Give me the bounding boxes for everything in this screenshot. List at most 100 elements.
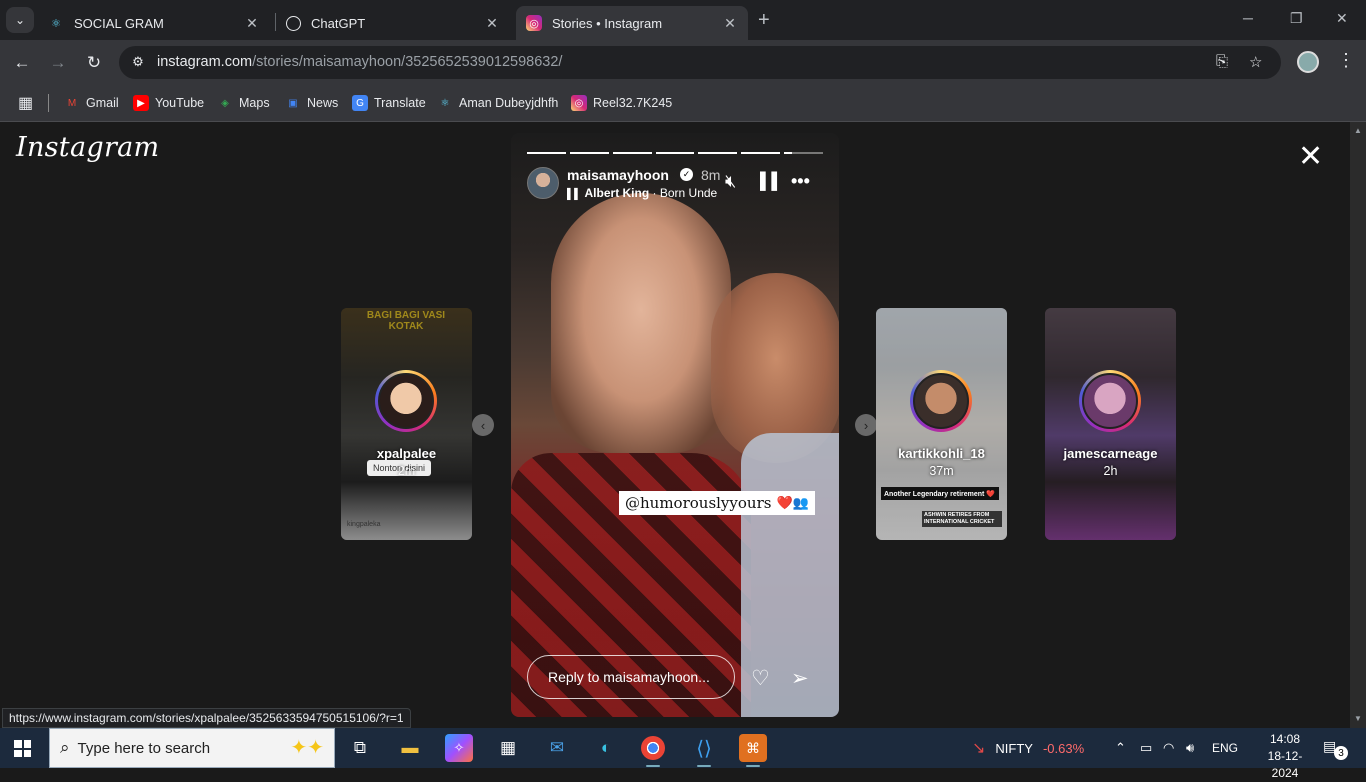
story-avatar-ring [910,370,972,432]
tab-search-button[interactable]: ⌄ [6,7,34,33]
tab-social-gram[interactable]: ⚛ SOCIAL GRAM ✕ [38,6,270,40]
battery-icon[interactable]: ▭ [1140,728,1152,768]
clock-time: 14:08 [1269,732,1301,746]
story-overlay-text: Another Legendary retirement ❤️ [881,487,999,500]
page-scrollbar[interactable]: ▲ ▼ [1350,122,1366,728]
reload-button[interactable]: ↻ [82,51,106,75]
tab-chatgpt[interactable]: ChatGPT ✕ [276,6,510,40]
pause-button[interactable]: ▌▌ [760,173,783,191]
notification-center-icon[interactable]: ▤ 3 [1323,738,1348,760]
bookmark-translate[interactable]: G Translate [352,92,426,114]
chrome-icon[interactable] [641,736,665,760]
more-options-button[interactable]: ••• [791,171,810,192]
side-story-xpalpalee[interactable]: BAGI BAGI VASI KOTAK xpalpalee Nonton di… [341,308,472,540]
bookmark-star-icon[interactable]: ☆ [1249,53,1262,71]
bookmark-youtube[interactable]: ▶ YouTube [133,92,204,114]
scroll-up-icon[interactable]: ▲ [1354,126,1362,135]
story-time: 2h [1103,464,1118,478]
youtube-icon: ▶ [133,95,149,111]
avatar [378,373,434,429]
vscode-icon[interactable]: ⟨⟩ [690,734,718,762]
instagram-logo[interactable]: Instagram [16,132,159,163]
install-app-icon[interactable]: ⎘ [1216,53,1228,70]
translate-icon: G [352,95,368,111]
tab-label: SOCIAL GRAM [74,15,164,31]
tab-instagram-stories[interactable]: ◎ Stories • Instagram ✕ [516,6,748,40]
mention-text: @humorouslyyours [625,494,772,512]
mail-icon[interactable]: ✉ [543,734,571,762]
taskbar-search[interactable]: ⌕ Type here to search ✦✦ [49,728,335,768]
close-icon[interactable]: ✕ [722,15,738,32]
like-heart-icon[interactable]: ♡ [751,666,770,691]
avatar [1082,373,1138,429]
apps-grid-icon[interactable]: ▦ [18,92,33,114]
window-close-button[interactable]: ✕ [1336,10,1348,27]
browser-tab-bar: ⌄ ⚛ SOCIAL GRAM ✕ ChatGPT ✕ ◎ Stories • … [0,0,1366,40]
bookmark-aman[interactable]: ⚛ Aman Dubeyjdhfh [437,92,559,114]
bookmark-label: Reel32.7K245 [593,96,673,110]
forward-button[interactable]: → [46,51,70,75]
music-artist: Albert King [584,186,650,200]
bookmark-reel[interactable]: ◎ Reel32.7K245 [571,92,672,114]
address-bar[interactable]: ⚙ instagram.com/stories/maisamayhoon/352… [119,46,1281,79]
news-icon: ▣ [288,97,298,109]
search-icon: ⌕ [60,738,70,757]
previous-story-button[interactable]: ‹ [472,414,494,436]
side-story-kartikkohli[interactable]: kartikkohli_18 37m Another Legendary ret… [876,308,1007,540]
current-story[interactable]: maisamayhoon ✓ 8m ▌▌ Albert King · Born … [511,133,839,717]
pause-icon: ▌▌ [760,173,783,190]
file-explorer-icon[interactable]: ▬ [396,734,424,762]
story-progress-segment [527,152,566,154]
story-footer-text: ASHWIN RETIRES FROM INTERNATIONAL CRICKE… [922,511,1002,527]
bookmark-news[interactable]: ▣ News [285,92,338,114]
bookmark-maps[interactable]: ◈ Maps [217,92,269,114]
close-icon[interactable]: ✕ [484,15,500,32]
copilot-icon[interactable]: ✧ [445,734,473,762]
close-story-button[interactable]: ✕ [1298,142,1323,172]
story-username[interactable]: maisamayhoon [567,167,669,183]
mute-button[interactable]: 🔇︎ [725,171,736,192]
edge-browser-icon[interactable]: ◐ [592,734,620,762]
send-icon[interactable]: ➢ [791,666,809,691]
sparkle-icon: ✦✦ [290,737,324,759]
restore-button[interactable]: ❐ [1290,10,1303,27]
story-username: xpalpalee [376,446,437,461]
browser-menu-icon[interactable]: ⋮ [1337,50,1355,71]
wifi-icon[interactable]: ◠ [1163,728,1174,768]
stock-widget[interactable]: ↘ NIFTY -0.63% [972,728,1084,768]
story-progress-segment [655,152,695,154]
bookmark-gmail[interactable]: M Gmail [64,92,119,114]
url-path: /stories/maisamayhoon/352565253901259863… [252,54,563,70]
xampp-icon[interactable]: ⌘ [739,734,767,762]
task-view-icon[interactable]: ⧉ [346,734,374,762]
avatar[interactable] [527,167,559,199]
profile-avatar[interactable] [1297,51,1319,73]
side-story-jamescarneage[interactable]: jamescarneage 2h [1045,308,1176,540]
language-indicator[interactable]: ENG [1212,728,1238,768]
url-text[interactable]: instagram.com/stories/maisamayhoon/35256… [157,54,562,70]
scroll-down-icon[interactable]: ▼ [1354,714,1362,723]
minimize-button[interactable]: ─ [1243,10,1253,26]
gmail-icon: M [67,97,77,109]
tab-label: Stories • Instagram [552,15,663,31]
system-clock[interactable]: 14:08 18-12-2024 [1255,731,1315,782]
new-tab-button[interactable]: + [758,9,770,32]
bookmark-label: YouTube [155,96,205,110]
arrow-right-icon: → [49,53,67,72]
show-hidden-icons-icon[interactable]: ⌃ [1115,728,1126,768]
windows-start-icon[interactable] [14,740,31,757]
avatar [913,373,969,429]
mention-sticker[interactable]: @humorouslyyours ❤️👥 [619,491,815,515]
back-button[interactable]: ← [10,51,34,75]
microsoft-store-icon[interactable]: ▦ [494,734,522,762]
reply-input[interactable]: Reply to maisamayhoon... [527,655,735,699]
story-progress-bar [527,152,824,155]
chevron-left-icon: ‹ [480,417,486,433]
next-story-button[interactable]: › [855,414,877,436]
volume-icon[interactable]: 🔊︎ [1186,728,1194,768]
close-icon[interactable]: ✕ [244,15,260,32]
story-music[interactable]: ▌▌ Albert King · Born Unde [567,186,717,200]
stock-down-icon: ↘ [972,740,986,757]
bookmark-label: Translate [374,96,426,110]
site-info-icon[interactable]: ⚙ [129,53,147,71]
